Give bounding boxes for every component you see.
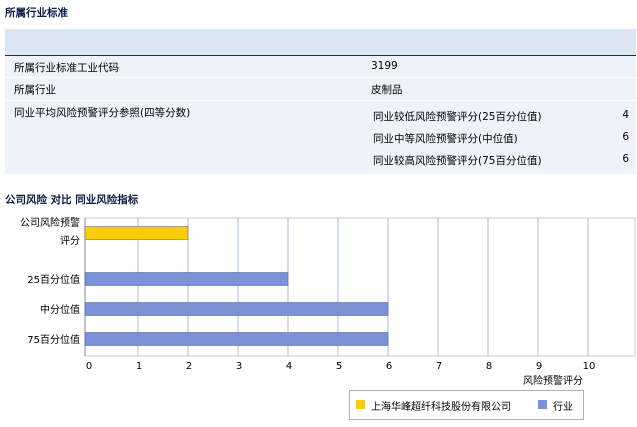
x-tick-label: 0 bbox=[86, 361, 92, 372]
x-tick-label: 5 bbox=[336, 361, 342, 372]
y-category-label: 75百分位值 bbox=[27, 333, 80, 346]
legend-label-company: 上海华峰超纤科技股份有限公司 bbox=[371, 402, 511, 413]
x-tick-label: 1 bbox=[136, 361, 142, 372]
x-tick-label: 10 bbox=[583, 361, 596, 372]
bar-industry bbox=[84, 332, 389, 346]
x-tick-label: 7 bbox=[436, 361, 442, 372]
bar-industry bbox=[84, 272, 289, 286]
y-category-label: 公司风险预警 bbox=[20, 216, 80, 229]
y-category-label: 25百分位值 bbox=[27, 273, 80, 286]
bar-industry bbox=[84, 302, 389, 316]
risk-comparison-chart: 0 1 2 3 4 5 6 7 8 9 10 公司风险预警评分 25百分位值中分位值 75百分位值风险预警… bbox=[20, 216, 636, 387]
bar-company bbox=[84, 226, 189, 240]
x-tick-label: 4 bbox=[286, 361, 292, 372]
legend-swatch-industry bbox=[538, 400, 547, 409]
legend-swatch-company bbox=[356, 400, 365, 409]
chart-legend: 上海华峰超纤科技股份有限公司 行业 bbox=[349, 390, 584, 420]
x-tick-label: 6 bbox=[386, 361, 392, 372]
x-tick-label: 3 bbox=[236, 361, 242, 372]
y-category-label: 评分 bbox=[60, 235, 80, 247]
x-tick-label: 2 bbox=[186, 361, 192, 372]
y-category-label: 中分位值 bbox=[40, 303, 80, 316]
x-tick-label: 9 bbox=[536, 361, 542, 372]
x-axis-title: 风险预警评分 bbox=[523, 374, 583, 387]
x-tick-label: 8 bbox=[486, 361, 492, 372]
legend-label-industry: 行业 bbox=[553, 402, 573, 413]
